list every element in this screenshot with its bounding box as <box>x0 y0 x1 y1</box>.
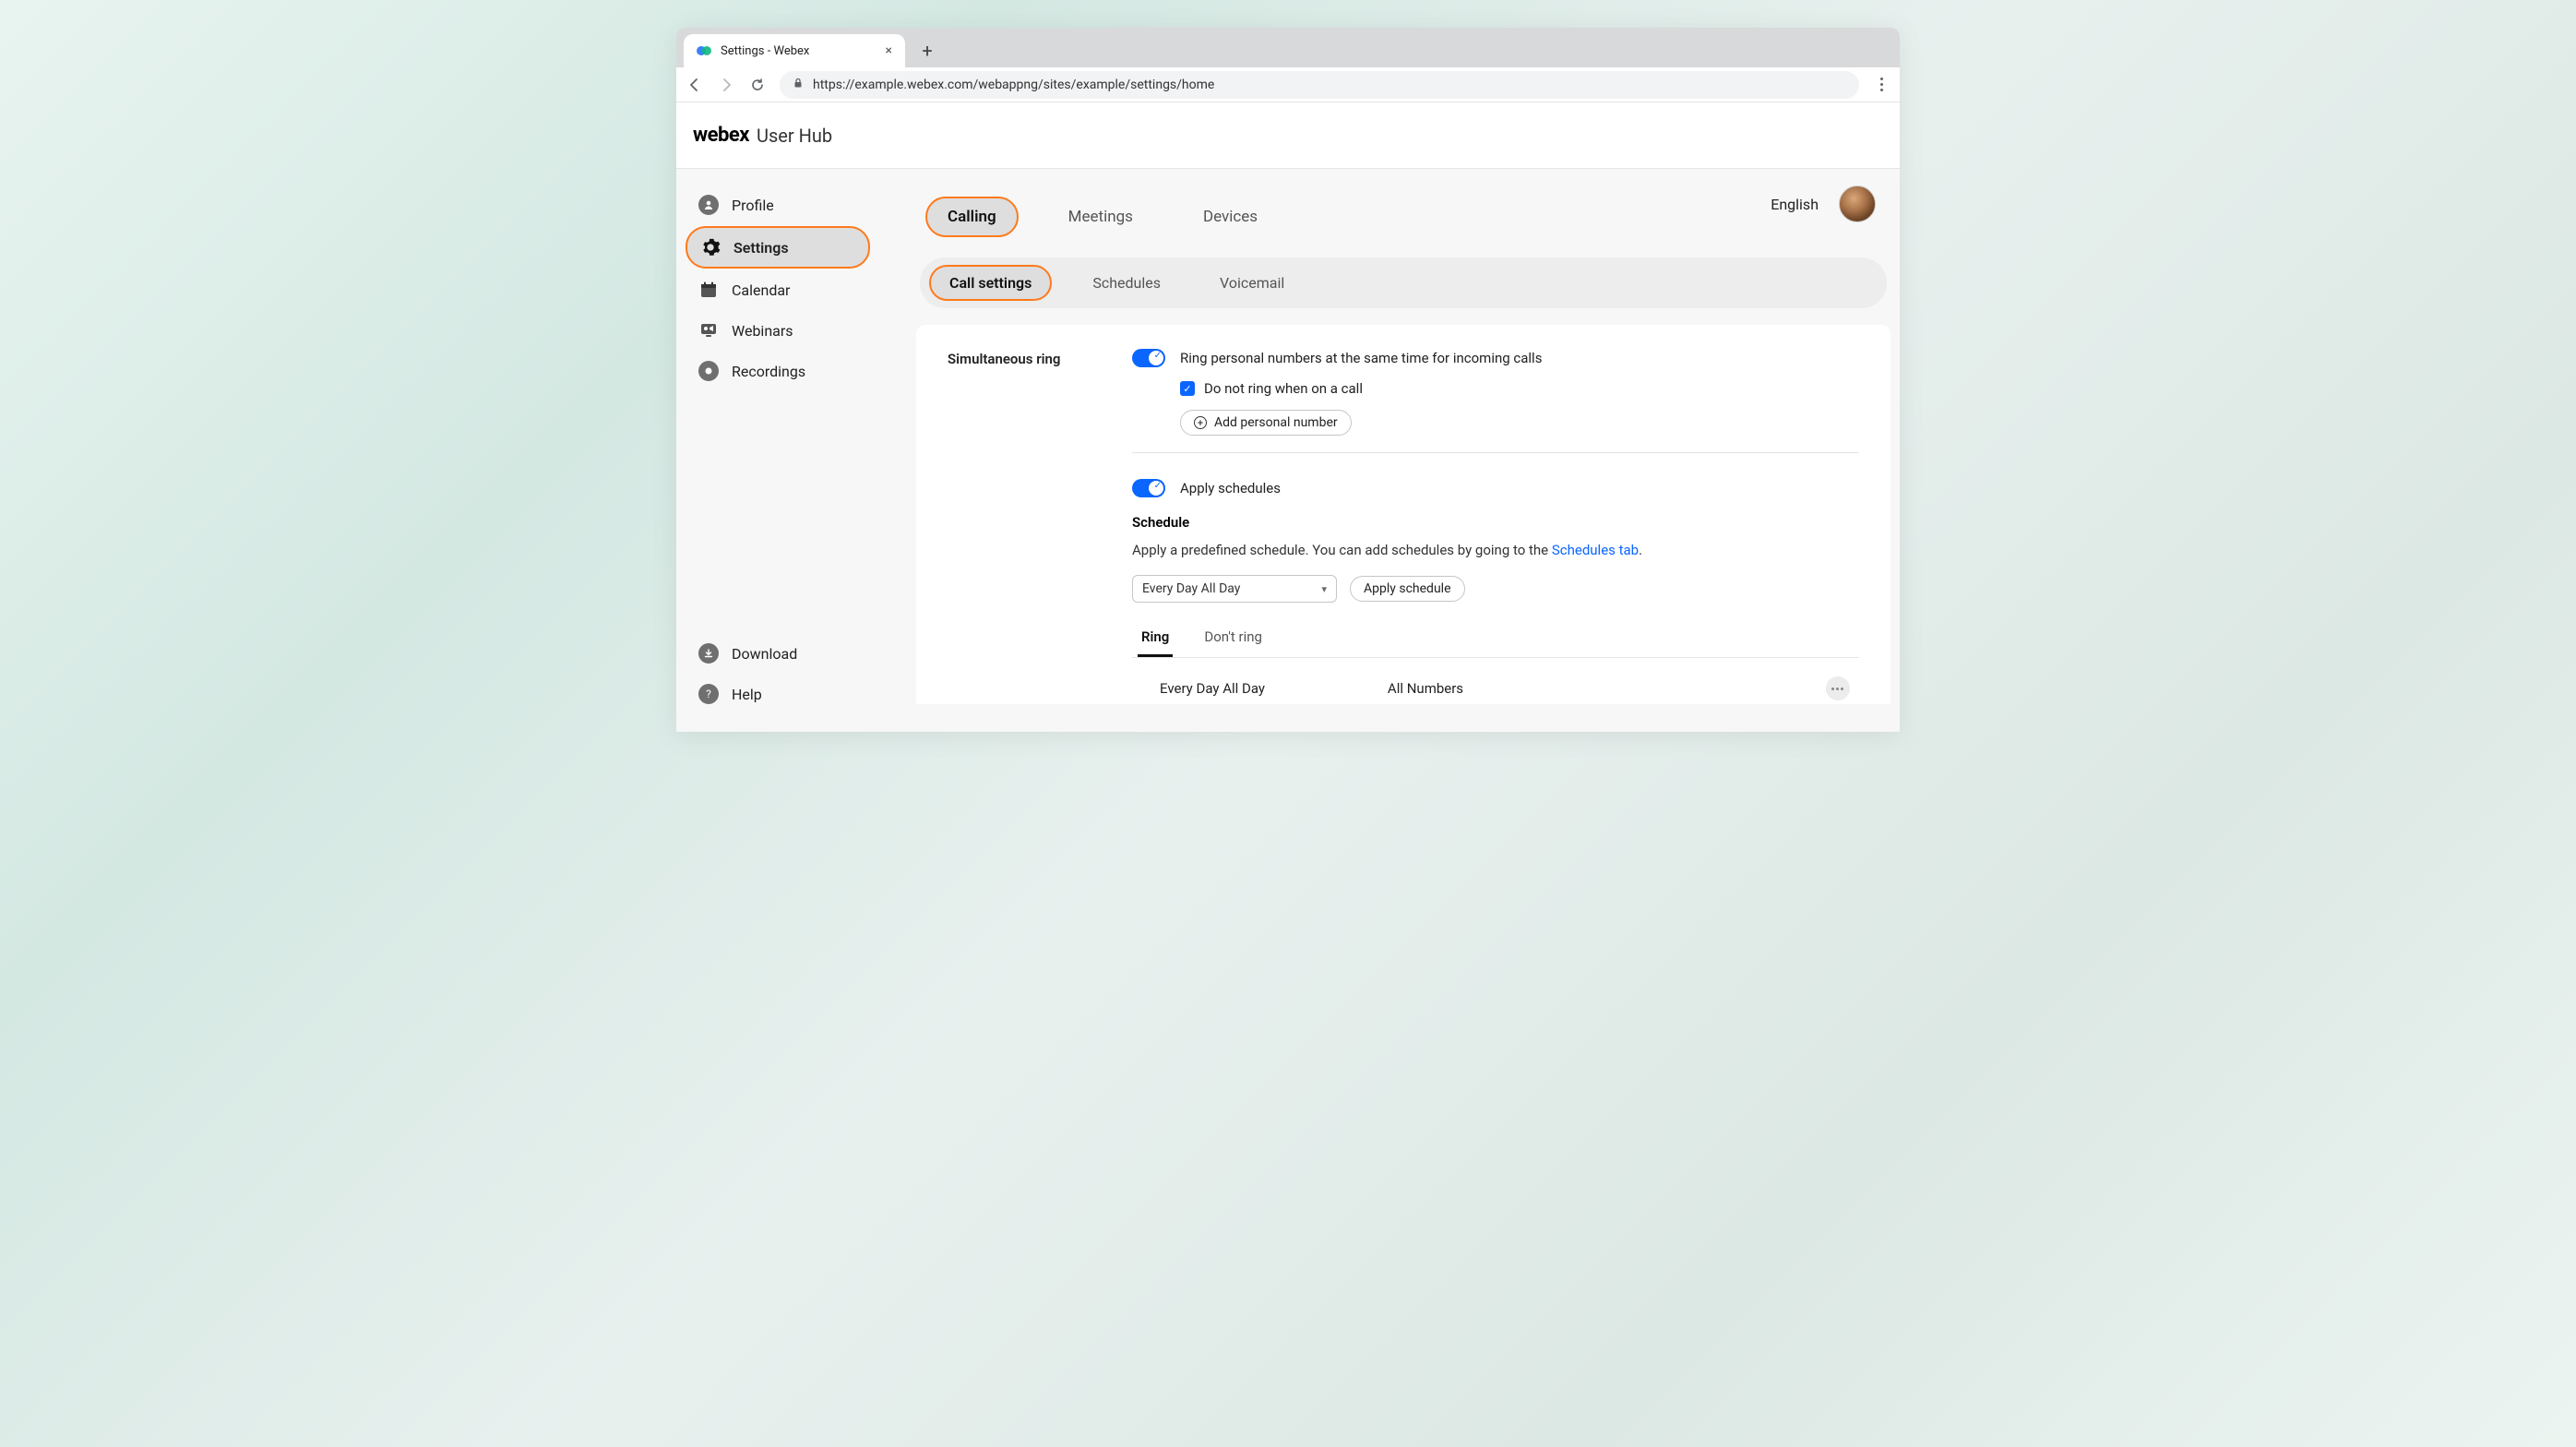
profile-icon <box>698 195 719 215</box>
plus-icon: + <box>1194 416 1207 429</box>
sidebar-item-profile[interactable]: Profile <box>686 185 898 224</box>
toggle-ring-personal[interactable] <box>1132 349 1165 367</box>
header-right: English <box>1771 185 1876 222</box>
avatar[interactable] <box>1839 185 1876 222</box>
sub-tabs: Call settings Schedules Voicemail <box>920 257 1887 308</box>
checkbox-do-not-ring-label: Do not ring when on a call <box>1204 380 1363 397</box>
close-icon[interactable]: × <box>886 43 892 58</box>
language-selector[interactable]: English <box>1771 196 1819 213</box>
sidebar-item-label: Profile <box>732 197 774 214</box>
webinars-icon <box>698 320 719 341</box>
panel-body: Ring personal numbers at the same time f… <box>1132 349 1859 704</box>
toggle-ring-personal-label: Ring personal numbers at the same time f… <box>1180 350 1542 366</box>
sidebar-item-label: Calendar <box>732 281 790 299</box>
subtab-voicemail[interactable]: Voicemail <box>1201 267 1303 299</box>
browser-window: Settings - Webex × + https://example.web… <box>676 28 1900 732</box>
ring-tab-dont-ring[interactable]: Don't ring <box>1200 623 1266 657</box>
sidebar-item-label: Settings <box>733 239 789 257</box>
help-icon: ? <box>698 684 719 704</box>
schedule-description: Apply a predefined schedule. You can add… <box>1132 542 1859 558</box>
sidebar-item-help[interactable]: ? Help <box>686 675 898 713</box>
browser-menu-button[interactable] <box>1872 78 1890 91</box>
schedule-row-numbers: All Numbers <box>1388 680 1463 697</box>
ring-tab-ring[interactable]: Ring <box>1138 623 1173 657</box>
tab-meetings[interactable]: Meetings <box>1048 198 1153 235</box>
tab-devices[interactable]: Devices <box>1183 198 1278 235</box>
recordings-icon <box>698 361 719 381</box>
row-more-button[interactable] <box>1826 676 1850 700</box>
schedules-tab-link[interactable]: Schedules tab <box>1552 542 1639 558</box>
calendar-icon <box>698 280 719 300</box>
add-personal-number-button[interactable]: + Add personal number <box>1180 410 1352 436</box>
sidebar-item-label: Webinars <box>732 322 793 340</box>
subtab-call-settings[interactable]: Call settings <box>929 265 1052 301</box>
sidebar-item-label: Help <box>732 686 762 703</box>
ring-tabs: Ring Don't ring <box>1132 623 1859 658</box>
address-bar[interactable]: https://example.webex.com/webappng/sites… <box>780 71 1859 99</box>
app-body: English Profile Settings Calend <box>676 169 1900 732</box>
download-icon <box>698 643 719 664</box>
url-text: https://example.webex.com/webappng/sites… <box>813 78 1214 92</box>
sidebar-item-webinars[interactable]: Webinars <box>686 311 898 350</box>
browser-tab[interactable]: Settings - Webex × <box>684 34 905 67</box>
back-button[interactable] <box>686 76 704 94</box>
hub-title: User Hub <box>757 125 832 147</box>
schedule-row: Every Day All Day All Numbers <box>1132 671 1859 704</box>
schedule-select-value: Every Day All Day <box>1142 581 1240 596</box>
chevron-down-icon: ▾ <box>1321 583 1327 595</box>
panel-title: Simultaneous ring <box>948 349 1132 704</box>
reload-button[interactable] <box>748 76 767 94</box>
gear-icon <box>700 237 721 257</box>
tab-strip: Settings - Webex × + <box>676 28 1900 67</box>
tab-calling[interactable]: Calling <box>925 197 1019 237</box>
divider <box>1132 452 1859 453</box>
sidebar: Profile Settings Calendar Webinars <box>676 169 907 732</box>
schedule-row-name: Every Day All Day <box>1160 680 1265 697</box>
webex-favicon <box>697 43 711 58</box>
sidebar-item-calendar[interactable]: Calendar <box>686 270 898 309</box>
lock-icon <box>793 78 804 92</box>
toggle-apply-schedules-label: Apply schedules <box>1180 480 1281 496</box>
sidebar-item-recordings[interactable]: Recordings <box>686 352 898 390</box>
schedule-select[interactable]: Every Day All Day ▾ <box>1132 575 1337 603</box>
settings-panel: Simultaneous ring Ring personal numbers … <box>916 325 1890 704</box>
sidebar-item-download[interactable]: Download <box>686 634 898 673</box>
subtab-schedules[interactable]: Schedules <box>1074 267 1179 299</box>
sidebar-item-label: Recordings <box>732 363 805 380</box>
browser-toolbar: https://example.webex.com/webappng/sites… <box>676 67 1900 102</box>
apply-schedule-button[interactable]: Apply schedule <box>1350 576 1465 602</box>
tab-title: Settings - Webex <box>721 44 809 58</box>
toggle-apply-schedules[interactable] <box>1132 479 1165 497</box>
forward-button[interactable] <box>717 76 735 94</box>
add-personal-number-label: Add personal number <box>1214 415 1338 430</box>
sidebar-item-settings[interactable]: Settings <box>686 226 870 269</box>
new-tab-button[interactable]: + <box>914 38 940 64</box>
sidebar-item-label: Download <box>732 645 797 663</box>
apply-schedule-label: Apply schedule <box>1364 581 1451 596</box>
checkbox-do-not-ring[interactable]: ✓ <box>1180 381 1195 396</box>
content-area: Calling Meetings Devices Call settings S… <box>907 169 1900 732</box>
webex-logo: webex <box>693 124 749 147</box>
schedule-heading: Schedule <box>1132 514 1859 531</box>
app-header: webex User Hub <box>676 102 1900 169</box>
primary-tabs: Calling Meetings Devices <box>916 185 1890 257</box>
